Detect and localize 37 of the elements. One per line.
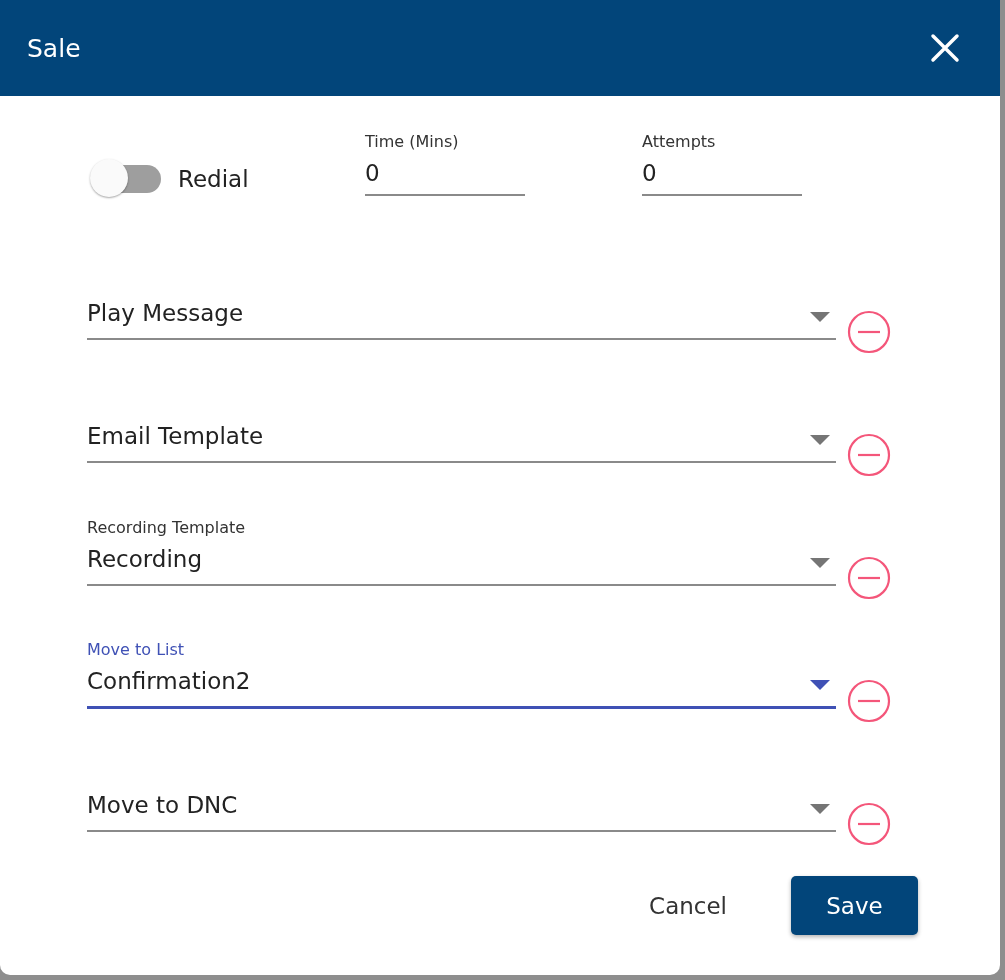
- close-button[interactable]: [928, 31, 962, 65]
- minus-circle-icon: [847, 556, 891, 600]
- select-field[interactable]: Email Template: [87, 385, 836, 463]
- select-value: Recording: [87, 545, 203, 574]
- select-field[interactable]: Move to List Confirmation2: [87, 631, 836, 709]
- remove-button[interactable]: [847, 310, 891, 354]
- select-field[interactable]: Recording Template Recording: [87, 508, 836, 586]
- dropdown-caret-icon: [810, 680, 830, 690]
- remove-button[interactable]: [847, 556, 891, 600]
- number-input[interactable]: 0: [365, 152, 525, 196]
- remove-button[interactable]: [847, 679, 891, 723]
- select-label: Move to List: [87, 640, 185, 660]
- select-field[interactable]: Play Message: [87, 262, 836, 340]
- remove-button[interactable]: [847, 802, 891, 846]
- field-label: Time (Mins): [365, 132, 459, 152]
- field-label: Attempts: [642, 132, 716, 152]
- minus-circle-icon: [847, 433, 891, 477]
- remove-button[interactable]: [847, 433, 891, 477]
- select-label: Recording Template: [87, 518, 246, 538]
- close-icon: [930, 33, 960, 63]
- select-placeholder: Play Message: [87, 299, 244, 328]
- minus-circle-icon: [847, 802, 891, 846]
- dropdown-caret-icon: [810, 804, 830, 814]
- save-button[interactable]: Save: [791, 876, 918, 935]
- select-field[interactable]: Move to DNC: [87, 754, 836, 832]
- dropdown-caret-icon: [810, 312, 830, 322]
- cancel-button[interactable]: Cancel: [649, 884, 727, 927]
- select-value: Confirmation2: [87, 667, 251, 696]
- number-input[interactable]: 0: [642, 152, 802, 196]
- minus-circle-icon: [847, 310, 891, 354]
- dropdown-caret-icon: [810, 558, 830, 568]
- minus-circle-icon: [847, 679, 891, 723]
- dropdown-caret-icon: [810, 435, 830, 445]
- redial-label: Redial: [178, 166, 249, 192]
- select-placeholder: Email Template: [87, 422, 264, 451]
- dialog-title: Sale: [27, 33, 81, 63]
- select-placeholder: Move to DNC: [87, 791, 238, 820]
